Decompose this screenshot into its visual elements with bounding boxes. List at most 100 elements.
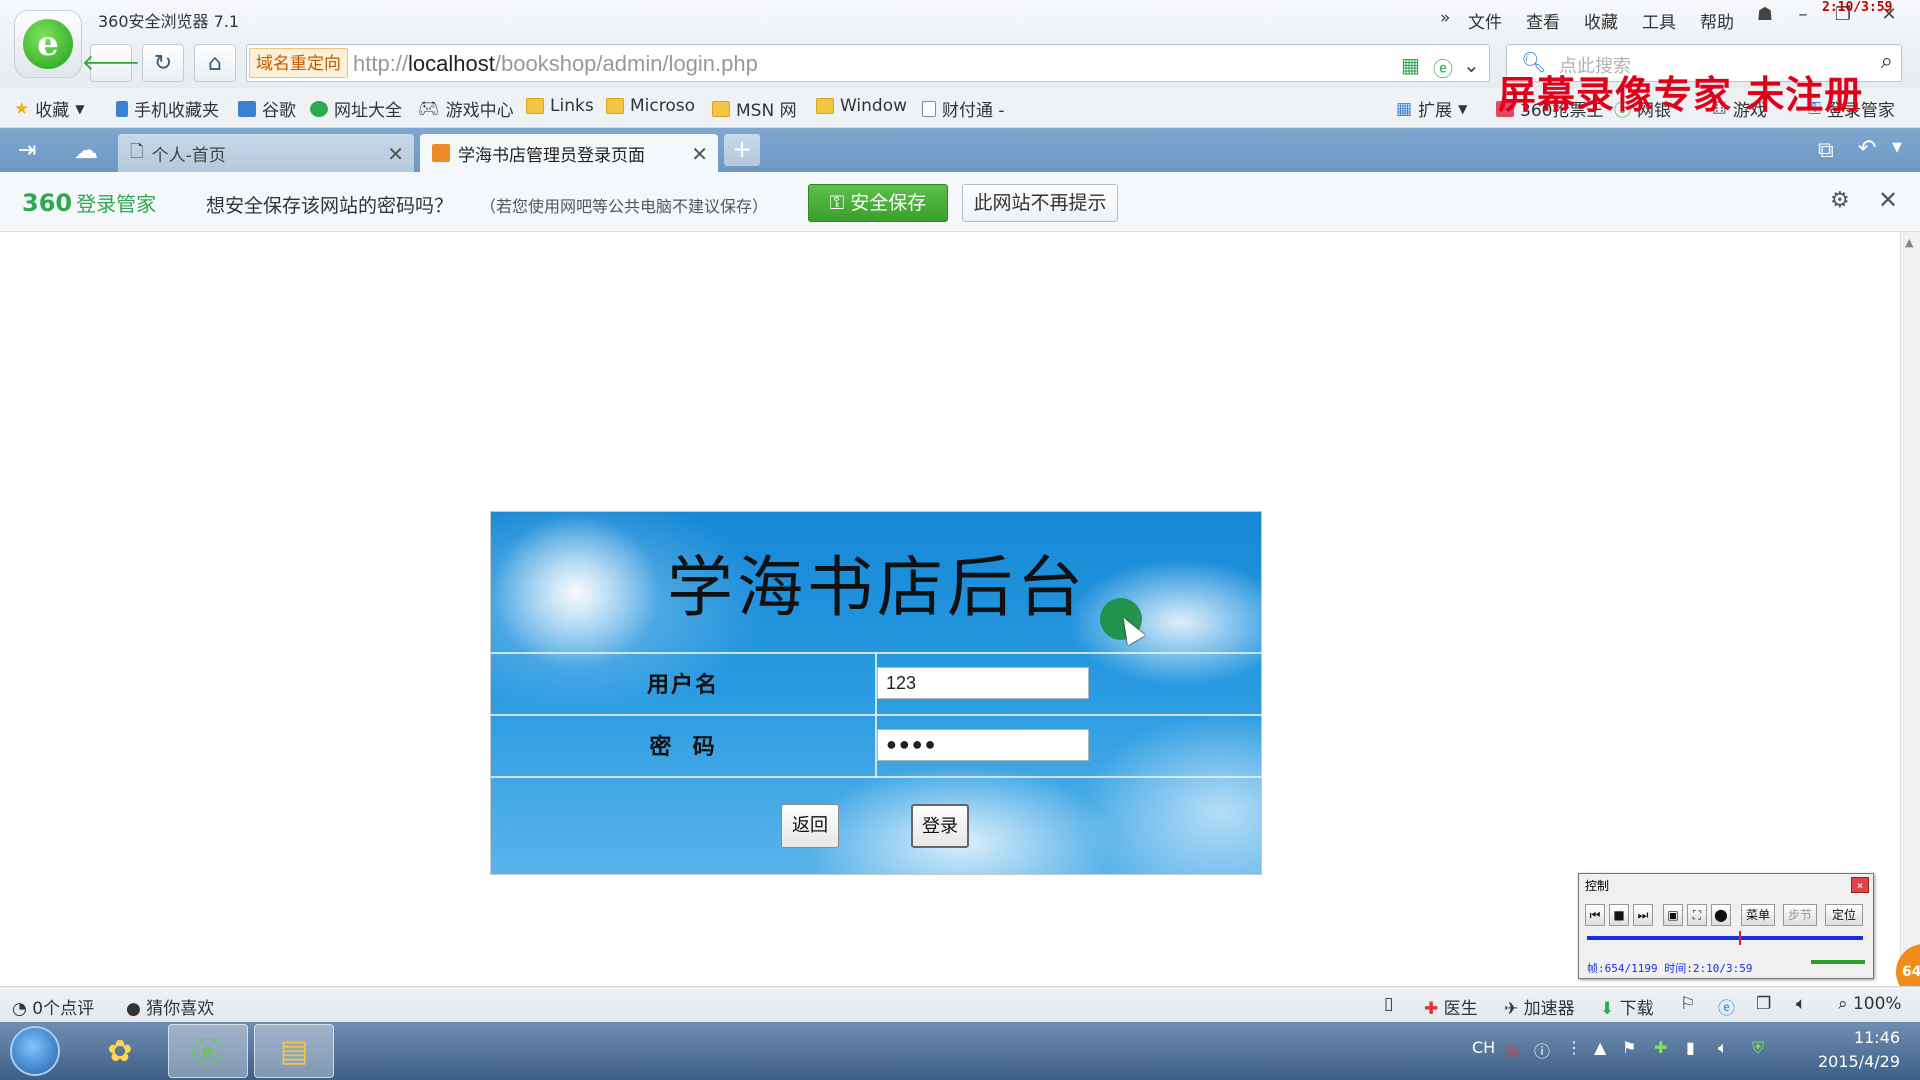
volume-icon[interactable]: 🔈︎ <box>1718 1038 1728 1058</box>
download-button[interactable]: ⬇ 下载 <box>1600 994 1654 1019</box>
browser-logo-icon[interactable]: e <box>14 10 82 78</box>
tab-strip: ⇥ ☁ 🗋 个人-首页 ✕ 学海书店管理员登录页面 ✕ ⧉ ↶ ▼ <box>0 128 1920 172</box>
ime-icon[interactable]: Ⓢ <box>1504 1038 1520 1062</box>
vertical-scrollbar[interactable]: ▲ <box>1900 232 1920 986</box>
accelerator-button[interactable]: ✈ 加速器 <box>1504 994 1575 1019</box>
speaker-icon[interactable]: 🔈︎ <box>1796 994 1806 1014</box>
next-frame-button[interactable]: ⏭ <box>1633 904 1653 926</box>
address-bar[interactable]: 域名重定向 http://localhost/bookshop/admin/lo… <box>246 44 1490 82</box>
login-button[interactable]: 登录 <box>911 804 969 848</box>
help-icon[interactable]: ⓘ <box>1534 1038 1550 1062</box>
divider <box>491 776 1263 778</box>
chevron-down-icon: ▼ <box>1458 101 1468 116</box>
recorder-locate-button[interactable]: 定位 <box>1825 904 1863 926</box>
new-tab-button[interactable]: + <box>724 134 760 166</box>
bookmark-tenpay[interactable]: 财付通 - <box>922 96 1005 121</box>
stop-button[interactable]: ■ <box>1609 904 1629 926</box>
tray-options-icon[interactable]: ⋮ <box>1566 1038 1582 1057</box>
menu-view[interactable]: 查看 <box>1526 8 1560 33</box>
save-password-button[interactable]: ⚿ 安全保存 <box>808 184 948 222</box>
qr-code-icon[interactable]: ▦ <box>1401 53 1420 77</box>
chevron-down-icon[interactable]: ▼ <box>1892 140 1902 155</box>
redirect-badge[interactable]: 域名重定向 <box>249 48 348 78</box>
url-host: localhost <box>408 51 495 76</box>
username-input[interactable] <box>877 667 1089 699</box>
never-for-site-button[interactable]: 此网站不再提示 <box>962 184 1118 222</box>
recorder-menu-button[interactable]: 菜单 <box>1741 904 1775 926</box>
taskbar-app-browser[interactable]: ⓔ <box>168 1024 248 1078</box>
gear-icon[interactable]: ⚙ <box>1830 188 1850 213</box>
volume-slider[interactable] <box>1811 960 1865 964</box>
tab-login[interactable]: 学海书店管理员登录页面 ✕ <box>420 134 718 172</box>
close-tab-icon[interactable]: ✕ <box>387 142 404 166</box>
mobile-icon[interactable]: ▯ <box>1384 994 1393 1014</box>
bookmark-windows[interactable]: Window <box>816 96 907 116</box>
action-center-icon[interactable]: ⚑ <box>1622 1038 1636 1057</box>
recorder-step-button[interactable]: 步节 <box>1783 904 1817 926</box>
bookmark-games[interactable]: 🎮︎ 游戏中心 <box>418 96 514 122</box>
url-scheme: http:// <box>353 51 409 76</box>
clock-date[interactable]: 2015/4/29 <box>1804 1052 1914 1071</box>
clock-time[interactable]: 11:46 <box>1842 1028 1912 1047</box>
recorder-control-window[interactable]: 控制 × ⏮ ■ ⏭ ▣ ⛶ ⬤ 菜单 步节 定位 帧:654/1199 时间:… <box>1578 873 1874 979</box>
sidebar-toggle-icon[interactable]: ⇥ <box>18 138 36 163</box>
doctor-button[interactable]: ✚ 医生 <box>1424 994 1478 1019</box>
bookmark-label: 游戏中心 <box>445 101 514 121</box>
menu-help[interactable]: 帮助 <box>1700 8 1734 33</box>
zoom-control[interactable]: ⌕ 100% <box>1838 994 1902 1014</box>
playback-progress-track[interactable] <box>1587 936 1863 940</box>
close-icon[interactable]: ✕ <box>1878 186 1898 214</box>
bookmark-microsoft[interactable]: Microso <box>606 96 695 116</box>
home-button[interactable]: ⌂ <box>194 44 236 82</box>
password-input[interactable]: ●●●● <box>877 729 1089 761</box>
back-button[interactable]: 返回 <box>781 804 839 848</box>
ie-mode-icon[interactable]: ⓔ <box>1433 53 1453 82</box>
taskbar-app-pinwheel[interactable]: ✿ <box>80 1024 160 1078</box>
minimize-button[interactable]: – <box>1790 4 1816 25</box>
login-manager-brand: 360 登录管家 <box>22 188 156 217</box>
bookmark-msn[interactable]: MSN 网 <box>712 96 797 121</box>
search-icon[interactable]: ⌕ <box>1881 49 1893 74</box>
tab-home[interactable]: 🗋 个人-首页 ✕ <box>118 134 414 172</box>
close-tab-icon[interactable]: ✕ <box>691 142 708 166</box>
prev-frame-button[interactable]: ⏮ <box>1585 904 1605 926</box>
bookmark-sites[interactable]: 网址大全 <box>310 96 402 121</box>
menu-tools[interactable]: 工具 <box>1642 8 1676 33</box>
window-icon[interactable]: ❐ <box>1756 994 1771 1014</box>
extensions-button[interactable]: ▦ 扩展 ▼ <box>1396 96 1468 122</box>
bookmark-label: MSN 网 <box>736 101 797 121</box>
restore-tab-icon[interactable]: ⧉ <box>1818 138 1834 163</box>
undo-close-icon[interactable]: ↶ <box>1858 136 1876 161</box>
network-icon[interactable]: ▮ <box>1686 1038 1695 1057</box>
360-guard-icon[interactable]: ✚ <box>1654 1038 1667 1057</box>
recommend-link[interactable]: ● 猜你喜欢 <box>126 994 214 1019</box>
close-icon[interactable]: × <box>1851 877 1869 893</box>
input-language[interactable]: CH <box>1472 1038 1495 1057</box>
refresh-button[interactable]: ↻ <box>142 44 184 82</box>
comments-count[interactable]: ◔ 0个点评 <box>12 994 94 1019</box>
cursor-toggle-button[interactable]: ⬤ <box>1711 904 1731 926</box>
scroll-up-icon[interactable]: ▲ <box>1905 236 1913 249</box>
bookmark-links[interactable]: Links <box>526 96 594 116</box>
taskbar-app-explorer[interactable]: ▤ <box>254 1024 334 1078</box>
flag-icon[interactable]: ⚐ <box>1680 994 1695 1014</box>
bookmark-mobile[interactable]: 手机收藏夹 <box>116 96 219 121</box>
cloud-icon[interactable]: ☁ <box>74 136 98 164</box>
fit-window-button[interactable]: ▣ <box>1663 904 1683 926</box>
chevron-down-icon[interactable]: ⌄ <box>1463 53 1480 77</box>
bookmark-google[interactable]: 谷歌 <box>238 96 296 121</box>
bookmark-favorites[interactable]: ★ 收藏 ▼ <box>14 96 84 122</box>
url-text[interactable]: http://localhost/bookshop/admin/login.ph… <box>353 51 758 77</box>
show-hidden-icons[interactable]: ▲ <box>1594 1038 1606 1057</box>
skin-icon[interactable]: ☗ <box>1752 4 1778 25</box>
start-button[interactable] <box>10 1026 60 1076</box>
menu-favorites[interactable]: 收藏 <box>1584 8 1618 33</box>
shield-icon[interactable]: ⛨ <box>1752 1038 1764 1058</box>
menu-file[interactable]: 文件 <box>1468 8 1502 33</box>
fullscreen-button[interactable]: ⛶ <box>1687 904 1707 926</box>
medkit-icon: ✚ <box>1424 999 1439 1019</box>
chevron-right-icon[interactable]: » <box>1440 8 1450 28</box>
back-button[interactable]: 🡐 <box>82 44 141 82</box>
ie-icon[interactable]: ⓔ <box>1718 994 1735 1019</box>
playback-position-marker[interactable] <box>1738 931 1741 945</box>
